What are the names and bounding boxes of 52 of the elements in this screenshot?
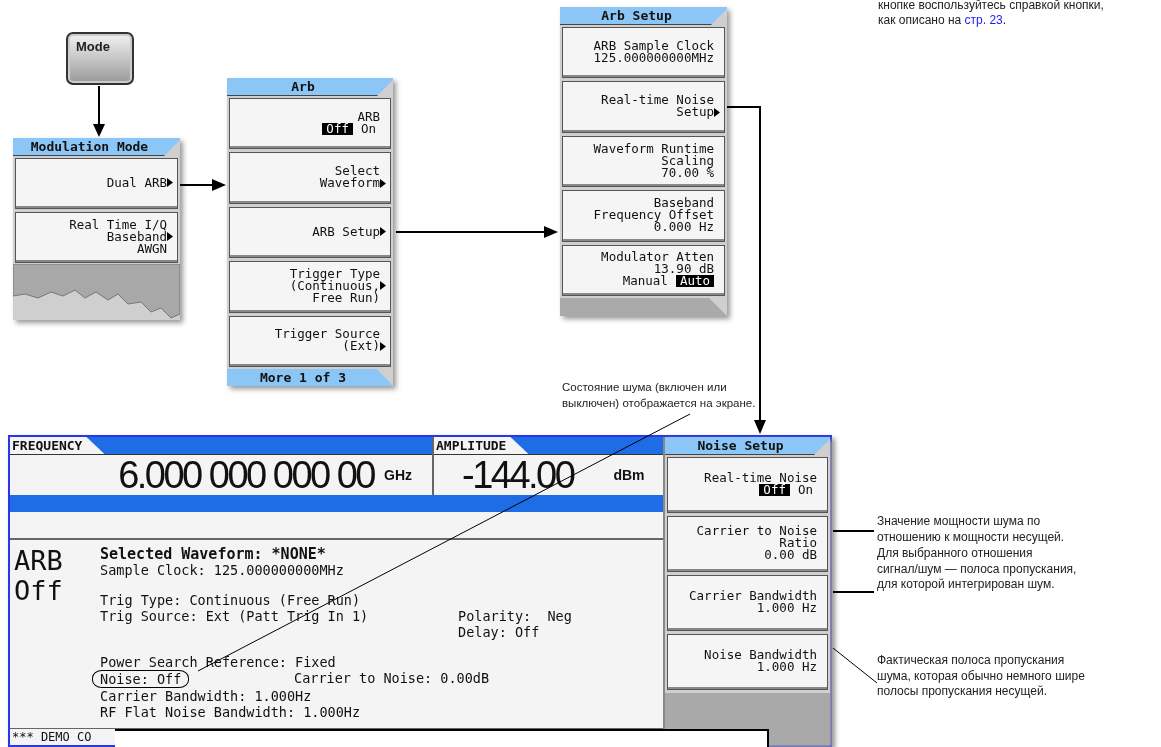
page-link[interactable]: стр. 23 [964,13,1003,27]
unit-label: GHz [384,467,412,483]
status-text: RF Flat Noise Bandwidth: 1.000Hz [100,704,361,720]
amplitude-value: -144.00 [462,455,574,495]
unit-label: dBm [613,467,645,483]
menu-title: Noise Setup [665,437,830,455]
softkey[interactable]: ARB Setup [229,206,391,259]
softkey[interactable]: Select Waveform [229,152,391,204]
softkey[interactable]: Modulator Atten 13.90 dB Manual Auto [562,244,725,297]
softkey[interactable]: Waveform Runtime Scaling 70.00 % [562,135,725,188]
toggle-option: Off [322,122,353,135]
toggle-option: Auto [675,275,714,288]
softkey[interactable]: Noise Bandwidth 1.000 Hz [667,634,828,690]
status-text: Polarity: Neg [458,608,572,624]
softkey[interactable]: Trigger Type (Continuous, Free Run) [229,261,391,313]
toggle-option: Manual [618,275,672,288]
softkey[interactable]: ARB Off On [229,98,391,150]
menu-title: Arb Setup [560,7,727,25]
status-text: Sample Clock: 125.000000000MHz [100,562,344,578]
circled-status-text: Noise: Off [92,670,190,688]
waveform-heading: Selected Waveform: *NONE* [100,546,326,562]
status-text: Delay: Off [458,624,540,640]
field-label: AMPLITUDE [434,437,529,454]
callout-text: Значение мощности шума по отношению к мощности несущей. [877,514,1065,545]
frequency-value: 6.000 000 000 00 [118,455,374,495]
softkey[interactable]: Trigger Source (Ext) [229,315,391,368]
status-text: Trig Type: Continuous (Free Run) [100,592,361,608]
note-text: кнопке воспользуйтесь справкой кнопки, как описано на стр. 23. [878,0,1105,28]
status-text: Carrier Bandwidth: 1.000Hz [100,688,312,704]
softkey[interactable]: Real Time I/Q Baseband AWGN [15,212,178,263]
toggle-option: Off [759,484,790,496]
callout-text: Для выбранного отношения сигнал/шум — полоса пропускания, для которой интегрирован шум. [877,546,1077,593]
status-text: Carrier to Noise: 0.00dB [294,670,490,688]
callout-text: Фактическая полоса пропускания шума, которая обычно немного шире полосы пропускания несущей. [877,653,1085,700]
mode-key[interactable]: Mode [66,32,134,85]
field-label: FREQUENCY [10,437,105,454]
menu-title: Arb [227,78,393,96]
softkey[interactable]: Carrier Bandwidth 1.000 Hz [667,575,828,631]
softkey[interactable]: Real-time Noise Off On [667,457,828,513]
softkey[interactable]: Real-time Noise Setup [562,81,725,133]
menu-title: Modulation Mode [13,138,180,156]
softkey[interactable]: Carrier to Noise Ratio 0.00 dB [667,516,828,572]
mode-status-text: Off [14,576,63,606]
softkey[interactable]: Dual ARB [15,158,178,209]
toggle-option: On [793,484,817,496]
mode-status-text: ARB [14,546,63,576]
status-line: *** DEMO CO [12,730,92,744]
toggle-option: On [356,122,380,135]
more-softkey[interactable]: More 1 of 3 [227,369,393,387]
callout-text: Состояние шума (включен или выключен) отображается на экране. [562,380,756,411]
softkey[interactable]: Baseband Frequency Offset 0.000 Hz [562,190,725,242]
softkey[interactable]: ARB Sample Clock 125.000000000MHz [562,27,725,79]
